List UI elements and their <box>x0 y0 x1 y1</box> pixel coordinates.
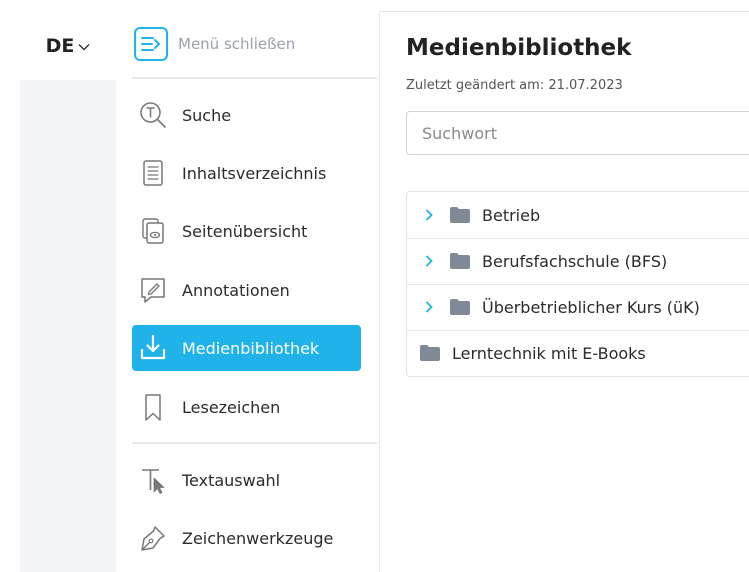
chevron-down-icon <box>78 36 90 55</box>
main-content: Medienbibliothek Zuletzt geändert am: 21… <box>380 11 749 572</box>
folder-row-betrieb[interactable]: Betrieb <box>407 192 749 239</box>
page-overview-icon <box>138 216 168 246</box>
search-input[interactable] <box>406 111 749 155</box>
chevron-right-icon[interactable] <box>425 209 435 221</box>
close-menu-label: Menü schließen <box>178 35 296 53</box>
folder-icon <box>419 344 441 362</box>
folder-row-berufsfachschule[interactable]: Berufsfachschule (BFS) <box>407 238 749 285</box>
language-column: DE <box>20 11 116 572</box>
last-modified-text: Zuletzt geändert am: 21.07.2023 <box>406 78 623 93</box>
folder-label: Berufsfachschule (BFS) <box>482 251 668 271</box>
chevron-right-icon[interactable] <box>425 255 435 267</box>
sidebar-item-label: Medienbibliothek <box>182 338 320 358</box>
sidebar-item-bookmarks[interactable]: Lesezeichen <box>132 384 361 430</box>
table-of-contents-icon <box>138 158 168 188</box>
language-selector[interactable]: DE <box>20 11 116 80</box>
sidebar-item-drawing-tools[interactable]: Zeichenwerkzeuge <box>132 515 361 561</box>
close-menu-button[interactable]: Menü schließen <box>134 26 295 62</box>
folder-label: Lerntechnik mit E-Books <box>452 343 646 363</box>
sidebar-item-text-selection[interactable]: Textauswahl <box>132 457 361 503</box>
sidebar-item-media-library[interactable]: Medienbibliothek <box>132 325 361 371</box>
download-icon <box>138 333 168 363</box>
annotation-icon <box>138 275 168 305</box>
pen-icon <box>138 523 168 553</box>
folder-label: Überbetrieblicher Kurs (üK) <box>482 297 700 317</box>
folder-row-lerntechnik[interactable]: Lerntechnik mit E-Books <box>407 330 749 376</box>
bookmark-icon <box>138 392 168 422</box>
sidebar-item-table-of-contents[interactable]: Inhaltsverzeichnis <box>132 150 361 196</box>
sidebar-item-label: Zeichenwerkzeuge <box>182 528 334 548</box>
sidebar-divider <box>132 442 377 444</box>
sidebar-item-label: Inhaltsverzeichnis <box>182 163 327 183</box>
folder-icon <box>449 298 471 316</box>
search-text-icon <box>138 100 168 130</box>
folder-label: Betrieb <box>482 205 541 225</box>
sidebar-divider <box>132 77 377 79</box>
chevron-right-icon[interactable] <box>425 301 435 313</box>
page-title: Medienbibliothek <box>406 35 632 61</box>
language-label: DE <box>45 34 75 57</box>
menu-close-icon <box>134 27 168 61</box>
media-folder-tree: Betrieb Berufsfachschule (BFS) Überbetri… <box>406 191 749 377</box>
sidebar-item-label: Textauswahl <box>182 470 281 490</box>
sidebar-item-search[interactable]: Suche <box>132 92 361 138</box>
sidebar-item-label: Lesezeichen <box>182 397 281 417</box>
sidebar-item-page-overview[interactable]: Seitenübersicht <box>132 208 361 254</box>
sidebar-item-label: Seitenübersicht <box>182 221 308 241</box>
sidebar-item-label: Suche <box>182 105 232 125</box>
folder-row-ueberbetrieblicher-kurs[interactable]: Überbetrieblicher Kurs (üK) <box>407 284 749 331</box>
sidebar: Menü schließen Suche Inhaltsverzeichnis <box>116 11 380 572</box>
folder-icon <box>449 206 471 224</box>
folder-icon <box>449 252 471 270</box>
text-select-icon <box>138 465 168 495</box>
sidebar-item-label: Annotationen <box>182 280 290 300</box>
sidebar-item-annotations[interactable]: Annotationen <box>132 267 361 313</box>
